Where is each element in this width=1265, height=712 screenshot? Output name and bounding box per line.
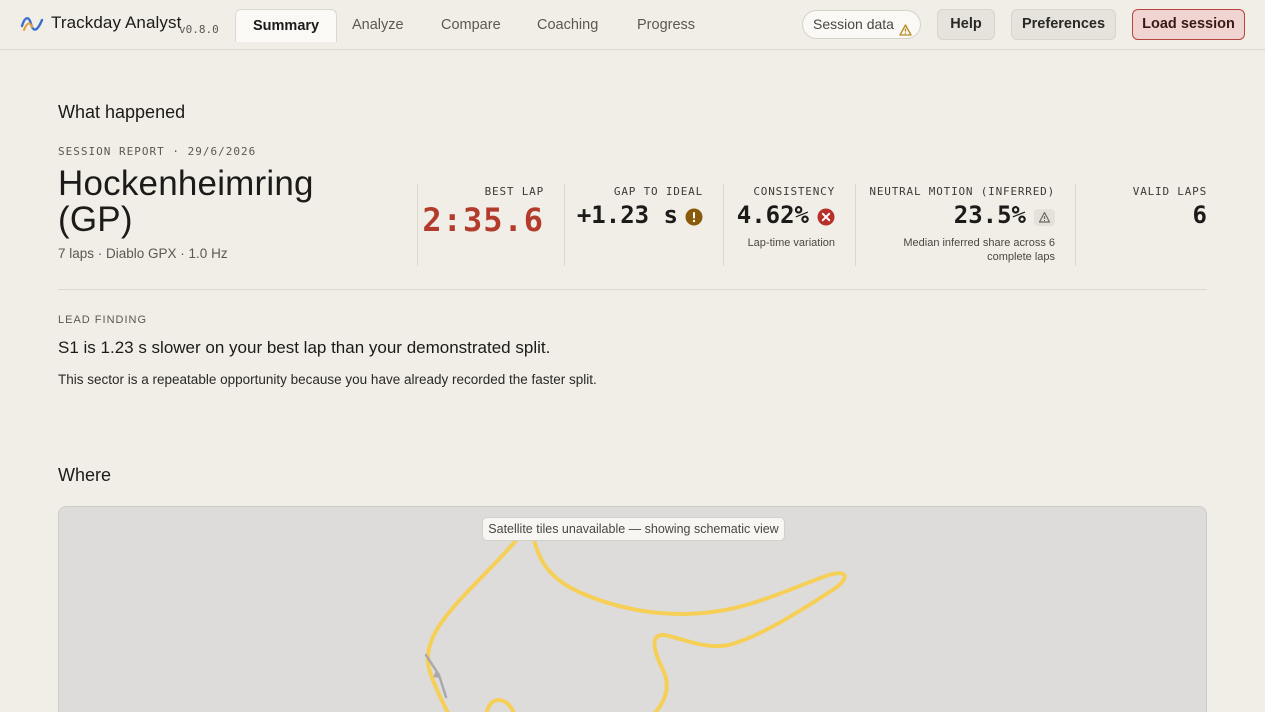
session-data-button[interactable]: Session data: [802, 10, 921, 39]
tab-progress[interactable]: Progress: [620, 9, 712, 42]
lead-finding-headline: S1 is 1.23 s slower on your best lap tha…: [58, 338, 551, 357]
tab-analyze[interactable]: Analyze: [335, 9, 421, 42]
exclamation-circle-icon: [685, 208, 703, 231]
metric-label: VALID LAPS: [1132, 185, 1207, 198]
x-circle-icon: [817, 208, 835, 231]
warning-icon: [1034, 209, 1055, 226]
section-heading-what-happened: What happened: [58, 102, 186, 122]
metric-value: 23.5%: [953, 201, 1026, 229]
app-logo-icon: [20, 12, 44, 34]
tab-summary[interactable]: Summary: [235, 9, 338, 42]
metric-neutral-motion: NEUTRAL MOTION (INFERRED) 23.5% Median i…: [855, 184, 1075, 266]
metric-label: NEUTRAL MOTION (INFERRED): [869, 185, 1055, 198]
app-version: v0.8.0: [179, 23, 219, 36]
metric-best-lap: BEST LAP 2:35.6: [417, 184, 564, 266]
lead-finding-body: This sector is a repeatable opportunity …: [58, 372, 597, 387]
map-notice: Satellite tiles unavailable — showing sc…: [482, 517, 785, 541]
metric-value: 2:35.6: [422, 201, 544, 239]
metric-value: 6: [1192, 201, 1207, 229]
help-button[interactable]: Help: [937, 9, 995, 40]
session-subtitle: 7 laps · Diablo GPX · 1.0 Hz: [58, 246, 228, 261]
app-name: Trackday Analyst: [51, 13, 182, 32]
top-bar: Trackday Analyst v0.8.0 Summary Analyze …: [0, 0, 1265, 50]
metric-gap-to-ideal: GAP TO IDEAL +1.23 s: [564, 184, 723, 266]
session-report-label: SESSION REPORT · 29/6/2026: [58, 145, 257, 158]
tab-compare[interactable]: Compare: [424, 9, 518, 42]
metric-label: BEST LAP: [484, 185, 544, 198]
section-heading-where: Where: [58, 465, 112, 485]
tab-coaching[interactable]: Coaching: [520, 9, 615, 42]
metric-label: GAP TO IDEAL: [613, 185, 703, 198]
track-name: Hockenheimring (GP): [58, 164, 314, 239]
track-map[interactable]: Satellite tiles unavailable — showing sc…: [58, 506, 1207, 712]
metric-label: CONSISTENCY: [753, 185, 835, 198]
load-session-button[interactable]: Load session: [1132, 9, 1245, 40]
metric-note: Lap-time variation: [747, 237, 835, 249]
preferences-button[interactable]: Preferences: [1011, 9, 1116, 40]
section-divider: [58, 289, 1207, 290]
warning-icon: [899, 18, 912, 36]
lead-finding-label: LEAD FINDING: [58, 314, 148, 326]
session-data-label: Session data: [813, 16, 894, 32]
metric-note: Median inferred share across 6 complete …: [903, 237, 1055, 263]
metric-valid-laps: VALID LAPS 6: [1075, 184, 1207, 266]
metric-value: 4.62%: [736, 201, 809, 229]
metric-consistency: CONSISTENCY 4.62% Lap-time variation: [723, 184, 855, 266]
metric-value: +1.23 s: [576, 201, 678, 229]
